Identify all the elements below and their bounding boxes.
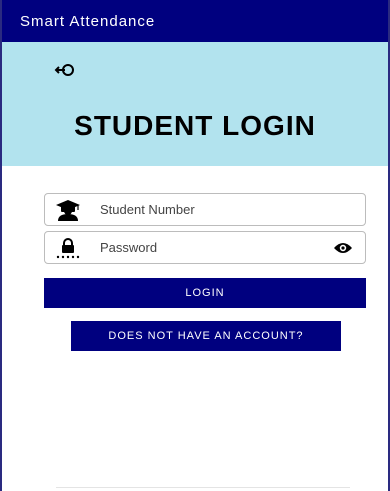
eye-icon[interactable] xyxy=(333,241,353,255)
password-lock-icon xyxy=(56,238,80,259)
student-number-field[interactable] xyxy=(44,193,366,226)
student-number-input[interactable] xyxy=(100,194,320,225)
app-title: Smart Attendance xyxy=(20,12,156,30)
login-screen: Smart Attendance STUDENT LOGIN Student N… xyxy=(0,0,390,491)
page-title: STUDENT LOGIN xyxy=(74,110,316,141)
logout-arrow-icon[interactable] xyxy=(54,62,76,78)
app-bar: Smart Attendance xyxy=(2,0,388,42)
password-field[interactable] xyxy=(44,231,366,264)
header-panel: STUDENT LOGIN xyxy=(2,42,388,166)
bottom-divider xyxy=(56,487,350,488)
student-graduate-icon xyxy=(56,200,80,221)
create-account-button[interactable]: DOES NOT HAVE AN ACCOUNT? xyxy=(71,321,341,351)
login-button[interactable]: LOGIN xyxy=(44,278,366,308)
password-input[interactable] xyxy=(100,232,320,263)
